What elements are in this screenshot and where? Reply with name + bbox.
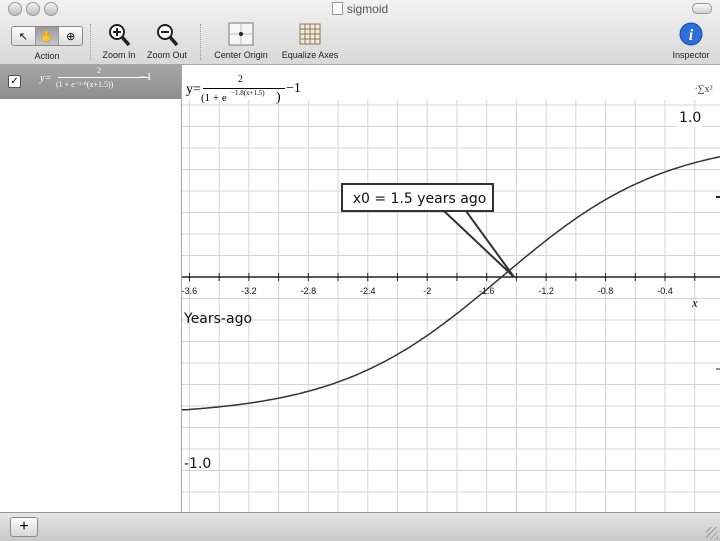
graph-grid — [182, 100, 720, 512]
equation-exponent: −1.8(x+1.5) — [231, 89, 265, 97]
x-tick-label: -1.2 — [538, 286, 554, 296]
sigma-icon[interactable]: ∙∑x² — [695, 84, 713, 95]
y-bottom-label: -1.0 — [184, 456, 212, 472]
x-tick-label: -2 — [423, 286, 431, 296]
callout-pointer — [441, 210, 515, 278]
x-tick-label: -0.8 — [598, 286, 614, 296]
graph-canvas[interactable]: -3.6 -3.2 -2.8 -2.4 -2 -1.6 -1.2 -0.8 -0.4 x — [0, 0, 720, 540]
y-top-label: 1.0 — [677, 110, 704, 127]
equation-tail: −1 — [286, 81, 301, 96]
add-equation-button[interactable]: + — [10, 517, 38, 537]
bottom-bar: + — [0, 512, 720, 541]
x-tick-label: -2.4 — [360, 286, 376, 296]
x-tick-label: -2.8 — [301, 286, 317, 296]
callout-label: x0 = 1.5 years ago — [352, 191, 487, 207]
x-tick-label: -0.4 — [657, 286, 673, 296]
annotation-callout[interactable]: x0 = 1.5 years ago — [341, 183, 494, 212]
graph-axes — [182, 273, 720, 281]
resize-grip-icon[interactable] — [706, 527, 718, 539]
equation-denominator: (1 + e — [201, 92, 227, 104]
x-tick-labels: -3.6 -3.2 -2.8 -2.4 -2 -1.6 -1.2 -0.8 -0.4 — [182, 286, 673, 296]
equation-close-paren: ) — [276, 90, 281, 105]
x-tick-label: -3.2 — [241, 286, 257, 296]
equation-numerator: 2 — [238, 74, 243, 85]
x-axis-label: x — [691, 295, 698, 310]
x-tick-label: -3.6 — [182, 286, 198, 296]
y-axis-title: Years-ago — [184, 311, 253, 327]
equation-lhs: y= — [186, 82, 201, 97]
main-equation: y= 2 (1 + e −1.8(x+1.5) ) −1 — [186, 72, 316, 110]
